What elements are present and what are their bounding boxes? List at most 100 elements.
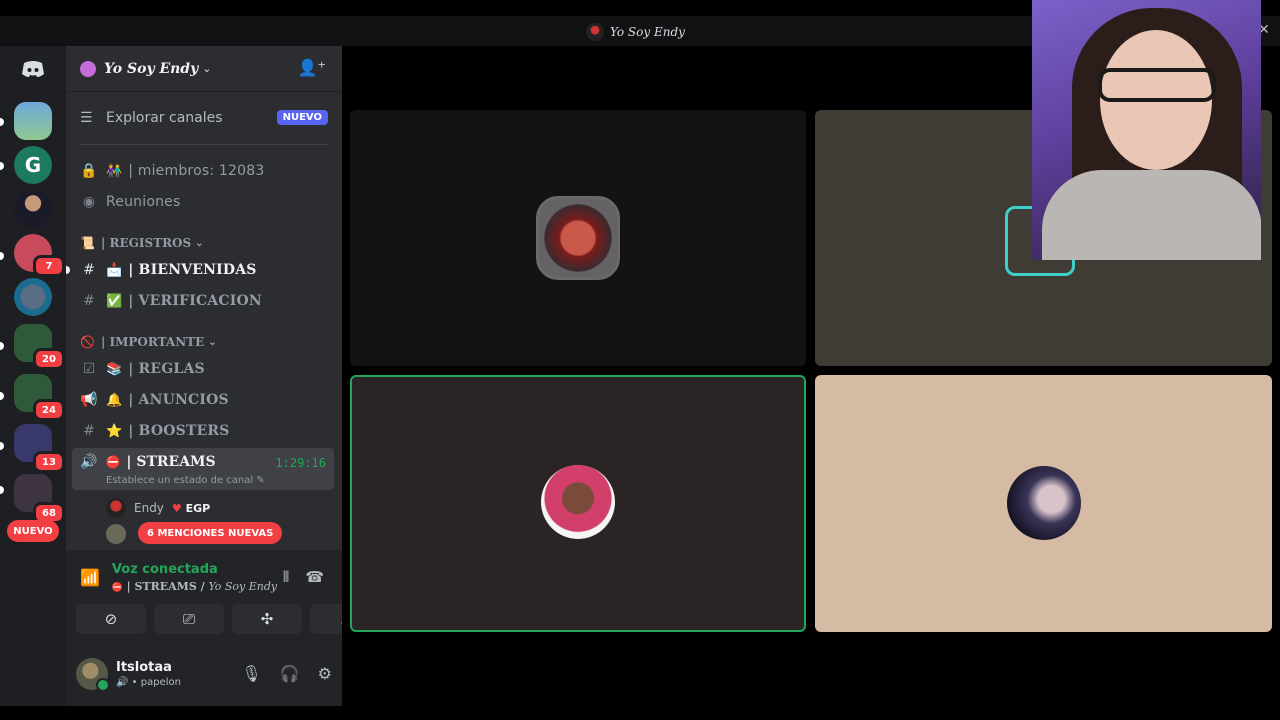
invite-people-icon[interactable]: 👤⁺: [298, 58, 326, 77]
avatar[interactable]: [106, 524, 126, 544]
server-pill: [0, 342, 4, 350]
screen-share-icon: ⎚: [182, 610, 195, 628]
server-pill: [0, 392, 4, 400]
microphone-icon[interactable]: 🎙: [241, 664, 261, 683]
voice-buttons: ⊘ ⎚ ✣ ♪: [76, 604, 380, 634]
server-rail: G 7 20 24 13 68 NUEVO: [0, 46, 66, 706]
participant-tile-speaking[interactable]: [350, 375, 806, 632]
channel-label: Reuniones: [106, 194, 181, 210]
voice-channel-path[interactable]: ⛔ | STREAMS / Yo Soy Endy: [112, 580, 277, 593]
channel-bienvenidas[interactable]: # 📩 | BIENVENIDAS: [80, 257, 328, 283]
no-entry-emoji-icon: ⛔: [105, 455, 121, 469]
hashtag-icon: #: [83, 293, 95, 309]
category-label: | REGISTROS: [100, 236, 192, 250]
connection-signal-icon[interactable]: 📶: [80, 568, 100, 587]
chevron-down-icon: ⌄: [195, 237, 204, 249]
category-importante[interactable]: 🚫 | IMPORTANTE ⌄: [80, 333, 328, 351]
participant-tile[interactable]: [815, 375, 1272, 632]
channel-verificacion[interactable]: # ✅ | VERIFICACION: [80, 288, 328, 314]
unread-indicator: [66, 266, 70, 274]
channel-reglas[interactable]: ☑ 📚 | REGLAS: [80, 356, 328, 382]
voice-user-name: Endy: [134, 501, 164, 515]
no-entry-emoji-icon: ⛔: [111, 583, 124, 593]
channel-boosters[interactable]: # ⭐ | BOOSTERS: [80, 418, 328, 444]
server-icon[interactable]: [14, 102, 52, 140]
server-pill: [0, 118, 4, 126]
avatar[interactable]: [76, 658, 110, 692]
guild-flower-icon: [80, 60, 96, 77]
server-icon[interactable]: [14, 190, 52, 228]
server-pill: [0, 252, 4, 260]
pencil-icon: ✎: [256, 475, 265, 486]
activities-icon: ✣: [260, 610, 274, 628]
category-registros[interactable]: 📜 | REGISTROS ⌄: [80, 234, 328, 252]
server-icon[interactable]: [14, 278, 52, 316]
status-emoji-icon: 🔊: [116, 677, 129, 688]
gear-icon[interactable]: ⚙: [318, 664, 332, 683]
channel-label: | BIENVENIDAS: [128, 262, 257, 278]
voice-connected-label[interactable]: Voz conectada: [112, 562, 277, 577]
mention-badge: 7: [33, 255, 65, 277]
bell-emoji-icon: 🔔: [106, 392, 123, 408]
star-emoji-icon: ⭐: [106, 423, 123, 439]
check-emoji-icon: ✅: [106, 293, 123, 309]
explore-channels-item[interactable]: ☰ Explorar canales NUEVO: [80, 106, 328, 130]
headphones-icon[interactable]: 🎧: [280, 664, 300, 683]
activities-button[interactable]: ✣: [232, 604, 302, 634]
user-names[interactable]: Itslotaa 🔊 • papelon: [116, 660, 181, 688]
webcam-person: [1042, 170, 1261, 260]
stage-icon: ◉: [82, 194, 96, 210]
chevron-down-icon: ⌄: [202, 62, 212, 75]
mention-badge: 20: [33, 348, 65, 370]
user-controls: 🎙 🎧 ⚙: [241, 664, 332, 683]
new-unreads-pill[interactable]: NUEVO: [7, 520, 59, 542]
participant-tile[interactable]: [350, 110, 806, 366]
megaphone-icon: 📢: [80, 392, 98, 408]
mention-badge: 24: [33, 399, 65, 421]
channel-label: | ANUNCIOS: [128, 392, 229, 408]
noise-suppression-icon[interactable]: ⦀: [283, 568, 290, 586]
disconnect-icon[interactable]: ☎: [305, 568, 324, 586]
channel-label: | BOOSTERS: [128, 423, 230, 439]
camera-off-button[interactable]: ⊘: [76, 604, 146, 634]
channel-reuniones[interactable]: ◉ Reuniones: [80, 189, 328, 215]
voice-channel-streams[interactable]: 🔊 ⛔ | STREAMS 1:29:16 Establece un estad…: [72, 448, 334, 490]
speaker-icon: 🔊: [80, 454, 98, 470]
list-icon: ☰: [80, 110, 93, 126]
participant-avatar: [541, 465, 615, 539]
voice-path-channel: | STREAMS /: [126, 580, 209, 593]
channel-label: | STREAMS: [126, 454, 216, 470]
channel-status-input[interactable]: Establece un estado de canal ✎: [106, 475, 265, 486]
guild-name: Yo Soy Endy: [104, 60, 199, 77]
voice-path-guild: Yo Soy Endy: [208, 580, 278, 593]
camera-off-icon: ⊘: [104, 610, 118, 628]
webcam-person: [1098, 68, 1216, 102]
screen-share-button[interactable]: ⎚: [154, 604, 224, 634]
rules-icon: ☑: [82, 361, 96, 377]
lock-icon: 🔒: [80, 163, 98, 179]
discord-home-icon[interactable]: [14, 50, 52, 88]
mail-emoji-icon: 📩: [106, 262, 123, 278]
category-label: | IMPORTANTE: [100, 335, 205, 349]
channel-members[interactable]: 🔒 👫 | miembros: 12083: [80, 158, 328, 184]
webcam-overlay: [1032, 0, 1261, 260]
channel-status-text: Establece un estado de canal: [106, 475, 254, 486]
voice-connection-status: 📶 Voz conectada ⛔ | STREAMS / Yo Soy End…: [80, 562, 277, 593]
people-emoji-icon: 👫: [106, 163, 123, 179]
window-title: Yo Soy Endy: [586, 23, 685, 41]
participant-avatar: [536, 196, 620, 280]
channel-anuncios[interactable]: 📢 🔔 | ANUNCIOS: [80, 387, 328, 413]
voice-elapsed-time: 1:29:16: [275, 456, 326, 470]
guild-header[interactable]: Yo Soy Endy ⌄ 👤⁺: [66, 46, 342, 92]
user-name: Itslotaa: [116, 660, 172, 675]
server-icon[interactable]: G: [14, 146, 52, 184]
voice-user-endy[interactable]: Endy ♥ EGP: [106, 498, 210, 518]
avatar: [106, 498, 126, 518]
mention-badge: 13: [33, 451, 65, 473]
guild-avatar-icon: [586, 23, 604, 41]
new-mentions-pill[interactable]: 6 MENCIONES NUEVAS: [138, 522, 283, 544]
window-title-text: Yo Soy Endy: [610, 25, 685, 39]
new-badge: NUEVO: [276, 110, 328, 125]
tag-icon: ♥: [171, 501, 182, 515]
server-pill: [0, 162, 4, 170]
